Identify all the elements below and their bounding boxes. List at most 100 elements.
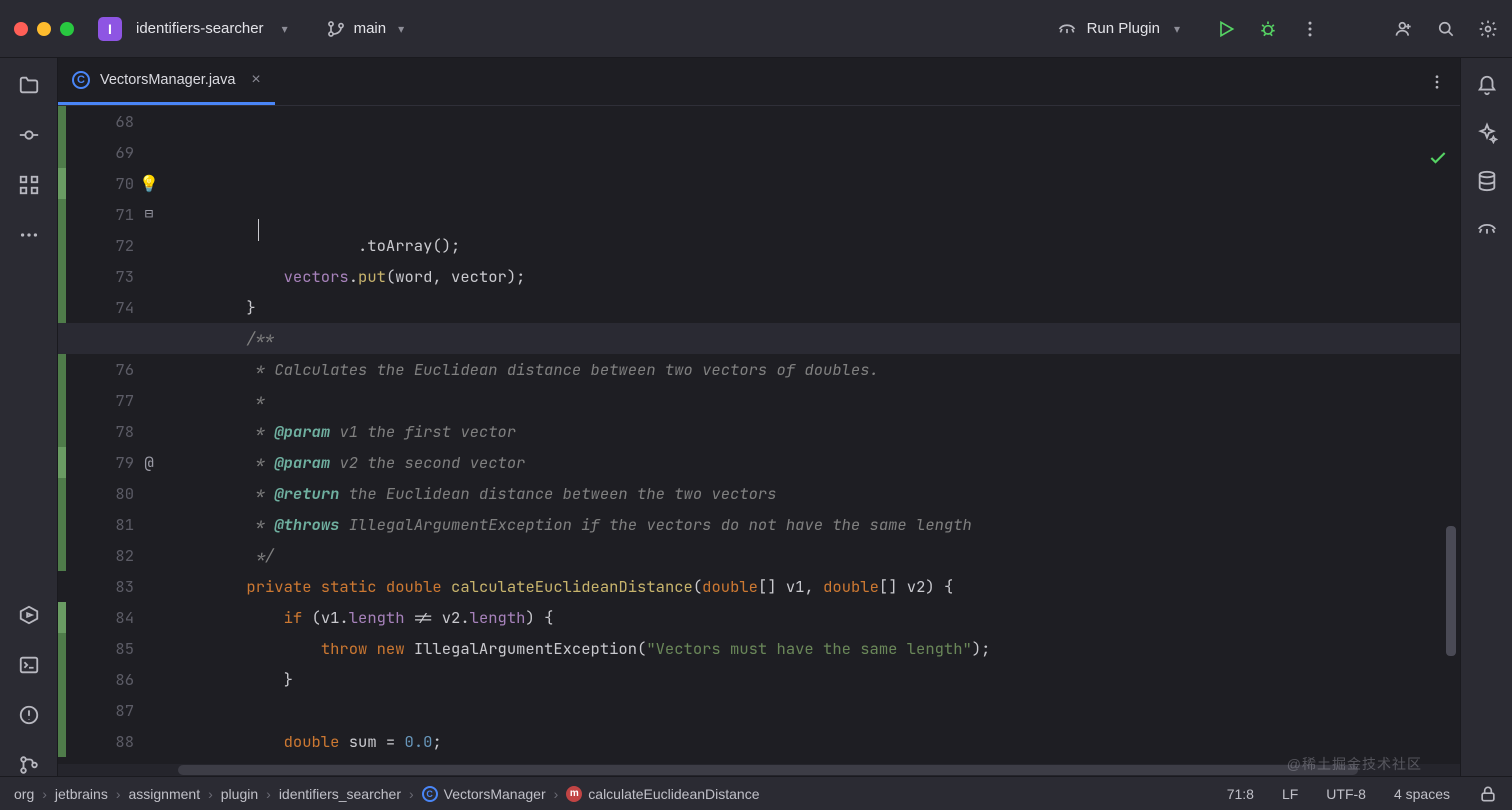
tab-actions-button[interactable]: [1414, 58, 1460, 105]
coverage-tool-button[interactable]: [1476, 218, 1498, 240]
gutter-line[interactable]: 69: [66, 137, 158, 168]
gutter-line[interactable]: 81: [66, 509, 158, 540]
code-line[interactable]: * @param v1 the first vector: [172, 416, 1460, 447]
minimize-window-button[interactable]: [37, 22, 51, 36]
debug-button[interactable]: [1258, 19, 1278, 39]
gutter-line[interactable]: 83: [66, 571, 158, 602]
search-button[interactable]: [1436, 19, 1456, 39]
left-toolbar: [0, 58, 58, 776]
project-tool-button[interactable]: [18, 74, 40, 96]
run-button[interactable]: [1216, 19, 1236, 39]
code-line[interactable]: }: [172, 292, 1460, 323]
branch-dropdown-icon: ▾: [398, 22, 404, 36]
code-line[interactable]: if (v1.length != v2.length) {: [172, 602, 1460, 633]
window-controls: [14, 22, 74, 36]
more-tools-button[interactable]: [18, 224, 40, 246]
breadcrumb-segment[interactable]: org: [14, 786, 34, 802]
editor: C VectorsManager.java × 686970💡71⊟727374…: [58, 58, 1460, 776]
code-line[interactable]: /**: [172, 323, 1460, 354]
gutter-line[interactable]: 72: [66, 230, 158, 261]
breadcrumb-segment[interactable]: jetbrains: [55, 786, 108, 802]
code-content[interactable]: .toArray(); vectors.put(word, vector); }…: [166, 106, 1460, 764]
breadcrumb-segment[interactable]: assignment: [129, 786, 201, 802]
gutter-line[interactable]: 76: [66, 354, 158, 385]
run-config-icon: [1057, 19, 1077, 39]
terminal-tool-button[interactable]: [18, 654, 40, 676]
breadcrumb-file[interactable]: CVectorsManager: [422, 786, 546, 802]
code-line[interactable]: for (int i = 0; i < v1.length; i++) {: [172, 757, 1460, 764]
run-config-label: Run Plugin: [1087, 20, 1160, 37]
gutter-line[interactable]: 80: [66, 478, 158, 509]
close-window-button[interactable]: [14, 22, 28, 36]
code-line[interactable]: .toArray();: [172, 230, 1460, 261]
gutter-line[interactable]: 86: [66, 664, 158, 695]
tab-filename: VectorsManager.java: [100, 72, 235, 88]
gutter-line[interactable]: 88: [66, 726, 158, 757]
gutter-line[interactable]: 78: [66, 416, 158, 447]
gutter-line[interactable]: 82: [66, 540, 158, 571]
file-encoding[interactable]: UTF-8: [1326, 786, 1366, 802]
breadcrumb-segment[interactable]: identifiers_searcher: [279, 786, 401, 802]
gutter-line[interactable]: 84: [66, 602, 158, 633]
breadcrumbs[interactable]: org›jetbrains›assignment›plugin›identifi…: [14, 786, 760, 802]
caret-position[interactable]: 71:8: [1227, 786, 1254, 802]
code-line[interactable]: double sum = 0.0;: [172, 726, 1460, 757]
gutter-line[interactable]: 71⊟: [66, 199, 158, 230]
gutter-line[interactable]: 77: [66, 385, 158, 416]
problems-tool-button[interactable]: [18, 704, 40, 726]
text-cursor: [258, 219, 259, 241]
project-dropdown-icon[interactable]: ▾: [282, 22, 288, 36]
gutter-line[interactable]: 68: [66, 106, 158, 137]
close-tab-button[interactable]: ×: [251, 71, 260, 89]
settings-button[interactable]: [1478, 19, 1498, 39]
code-line[interactable]: vectors.put(word, vector);: [172, 261, 1460, 292]
gutter-line[interactable]: 85: [66, 633, 158, 664]
run-configuration-selector[interactable]: Run Plugin ▾: [1057, 19, 1180, 39]
inspection-ok-icon[interactable]: [1335, 116, 1448, 209]
editor-tab[interactable]: C VectorsManager.java ×: [58, 58, 275, 105]
structure-tool-button[interactable]: [18, 174, 40, 196]
code-line[interactable]: [172, 695, 1460, 726]
gutter-line[interactable]: 70💡: [66, 168, 158, 199]
editor-tabs: C VectorsManager.java ×: [58, 58, 1460, 106]
ai-assistant-button[interactable]: [1476, 122, 1498, 144]
commit-tool-button[interactable]: [18, 124, 40, 146]
git-branch-selector[interactable]: main ▾: [326, 19, 405, 39]
read-only-toggle[interactable]: [1478, 784, 1498, 804]
notifications-button[interactable]: [1476, 74, 1498, 96]
breadcrumb-method[interactable]: mcalculateEuclideanDistance: [566, 786, 759, 802]
code-line[interactable]: * Calculates the Euclidean distance betw…: [172, 354, 1460, 385]
code-editor[interactable]: 686970💡71⊟7273747576777879@8081828384858…: [58, 106, 1460, 764]
code-line[interactable]: * @param v2 the second vector: [172, 447, 1460, 478]
gutter-line[interactable]: 73: [66, 261, 158, 292]
code-line[interactable]: * @throws IllegalArgumentException if th…: [172, 509, 1460, 540]
code-line[interactable]: private static double calculateEuclidean…: [172, 571, 1460, 602]
breadcrumb-segment[interactable]: plugin: [221, 786, 258, 802]
git-tool-button[interactable]: [18, 754, 40, 776]
gutter-line[interactable]: 74: [66, 292, 158, 323]
gutter-line[interactable]: 87: [66, 695, 158, 726]
status-bar: org›jetbrains›assignment›plugin›identifi…: [0, 776, 1512, 810]
indent-setting[interactable]: 4 spaces: [1394, 786, 1450, 802]
database-tool-button[interactable]: [1476, 170, 1498, 192]
title-bar: I identifiers-searcher ▾ main ▾ Run Plug…: [0, 0, 1512, 58]
java-class-icon: C: [72, 71, 90, 89]
gutter[interactable]: 686970💡71⊟7273747576777879@8081828384858…: [66, 106, 166, 764]
change-stripe: [58, 106, 66, 764]
line-separator[interactable]: LF: [1282, 786, 1298, 802]
code-line[interactable]: }: [172, 664, 1460, 695]
code-line[interactable]: *: [172, 385, 1460, 416]
more-actions-button[interactable]: [1300, 19, 1320, 39]
services-tool-button[interactable]: [18, 604, 40, 626]
code-line[interactable]: throw new IllegalArgumentException("Vect…: [172, 633, 1460, 664]
code-line[interactable]: * @return the Euclidean distance between…: [172, 478, 1460, 509]
code-with-me-button[interactable]: [1394, 19, 1414, 39]
code-line[interactable]: */: [172, 540, 1460, 571]
gutter-line[interactable]: 79@: [66, 447, 158, 478]
run-config-dropdown-icon: ▾: [1174, 22, 1180, 36]
project-icon: I: [98, 17, 122, 41]
project-name[interactable]: identifiers-searcher: [136, 20, 264, 37]
branch-icon: [326, 19, 346, 39]
scrollbar-horizontal[interactable]: [58, 764, 1460, 776]
zoom-window-button[interactable]: [60, 22, 74, 36]
